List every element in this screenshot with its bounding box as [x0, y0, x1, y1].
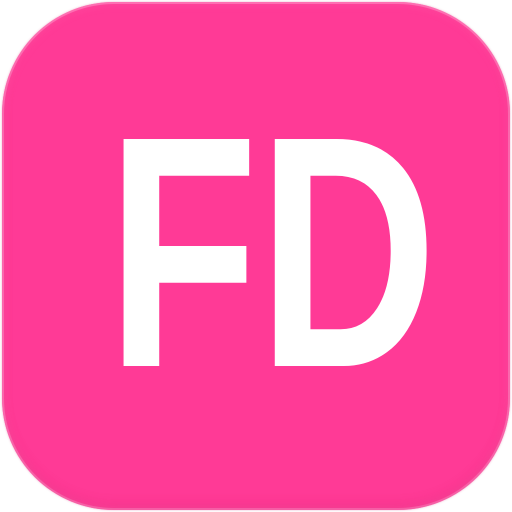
app-icon-tile: FD: [2, 2, 510, 510]
icon-canvas: FD: [0, 0, 512, 512]
monogram-logo: FD: [107, 67, 437, 436]
monogram-text: FD: [107, 67, 437, 436]
